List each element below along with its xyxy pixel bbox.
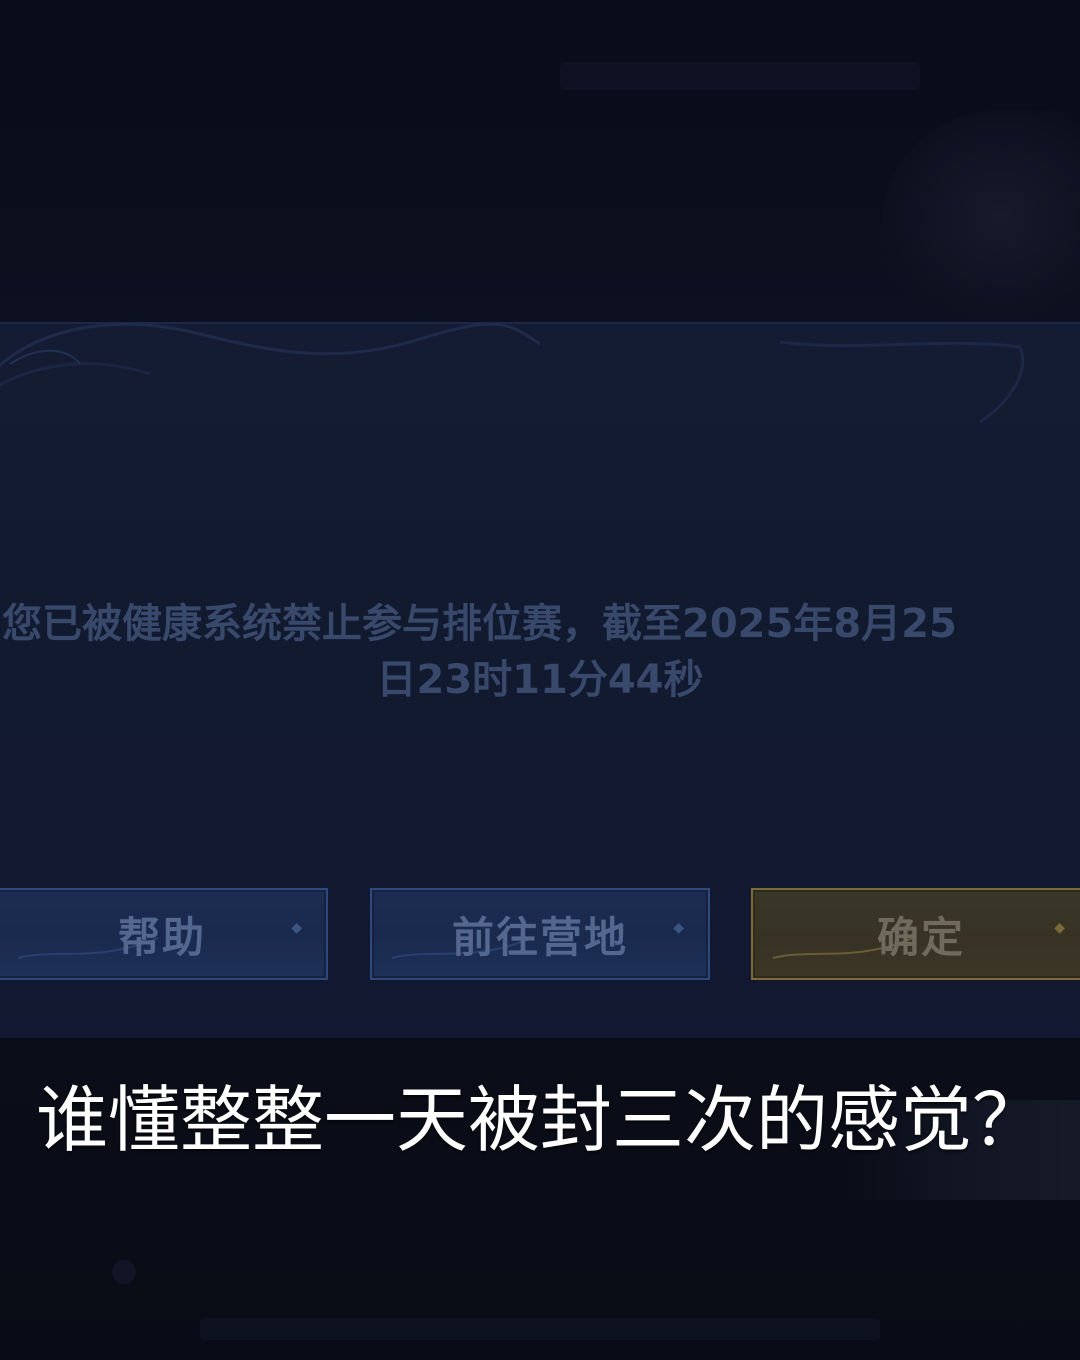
ban-message-line-2: 日23时11分44秒 <box>376 657 704 703</box>
go-to-camp-button[interactable]: ◆ 前往营地 <box>370 888 710 980</box>
dimmed-top-bar <box>560 62 920 90</box>
button-corner-glyph-icon: ◆ <box>673 920 686 936</box>
help-button-label: 帮助 <box>117 912 206 962</box>
button-corner-glyph-icon: ◆ <box>1054 920 1067 936</box>
dimmed-dot <box>112 1260 136 1284</box>
dimmed-lobby-background <box>0 0 1080 325</box>
ban-message: 您已被健康系统禁止参与排位赛，截至2025年8月25 日23时11分44秒 <box>0 596 1080 708</box>
video-caption: 谁懂整整一天被封三次的感觉？ <box>35 1078 1044 1162</box>
game-screen: 您已被健康系统禁止参与排位赛，截至2025年8月25 日23时11分44秒 ◆ … <box>0 0 1080 1360</box>
dialog-corner-ornament <box>780 340 1025 424</box>
dimmed-hero-figure <box>880 110 1080 325</box>
button-corner-glyph-icon: ◆ <box>291 920 304 936</box>
confirm-button-label: 确定 <box>876 912 965 962</box>
dimmed-bottom-row <box>200 1318 880 1340</box>
confirm-button[interactable]: ◆ 确定 <box>751 888 1080 980</box>
help-button[interactable]: ◆ 帮助 <box>0 888 328 980</box>
ban-message-line-1: 您已被健康系统禁止参与排位赛，截至2025年8月25 <box>2 601 957 647</box>
go-to-camp-button-label: 前往营地 <box>451 912 628 962</box>
dialog-swirl-ornament <box>0 322 540 387</box>
